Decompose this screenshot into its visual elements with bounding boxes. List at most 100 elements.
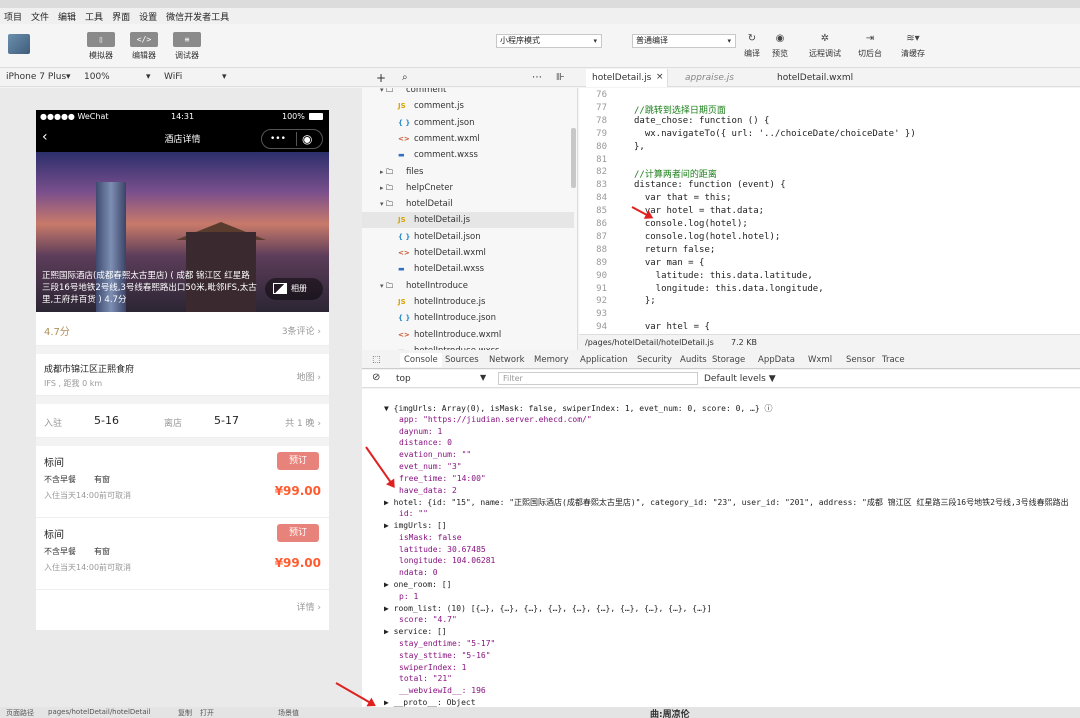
search-icon[interactable]: ⌕ [402, 72, 408, 83]
room-card[interactable]: 标间 不含早餐 有窗 入住当天14:00前可取消 预订 ¥99.00 [36, 446, 329, 518]
tab-hoteldetail-wxml[interactable]: hotelDetail.wxml [777, 73, 853, 83]
menu-wechat-devtools[interactable]: 微信开发者工具 [166, 10, 229, 23]
user-avatar[interactable] [8, 34, 30, 54]
tree-item[interactable]: { } hotelIntroduce.json [362, 310, 574, 326]
log-levels-select[interactable]: Default levels ▼ [704, 374, 776, 384]
console-line[interactable]: ▶ service: [] [384, 627, 447, 636]
open-link[interactable]: 打开 [200, 708, 214, 718]
details-row[interactable]: 详情 › [36, 590, 329, 620]
menu-tools[interactable]: 工具 [85, 10, 103, 23]
devtools-tab-sensor[interactable]: Sensor [846, 355, 875, 365]
collapse-icon[interactable]: ⋯ [532, 72, 542, 83]
caret-icon: ▾ [222, 72, 227, 82]
code-editor[interactable]: 76 77 //跳转到选择日期页面 78 date_chose: function ()… [579, 88, 1080, 334]
tree-item[interactable]: ▾ 🗀 comment [362, 88, 574, 98]
block-icon[interactable]: ⊘ [372, 372, 380, 383]
tree-item[interactable]: ▾ 🗀 hotelIntroduce [362, 278, 574, 294]
tree-item[interactable]: ▸ 🗀 files [362, 164, 574, 180]
simulator-button[interactable]: ▯ 模拟器 [86, 32, 116, 61]
tree-item[interactable]: JS comment.js [362, 98, 574, 114]
tree-item[interactable]: ▬ comment.wxss [362, 147, 574, 163]
more-icon[interactable]: ••• [270, 130, 286, 148]
menu-edit[interactable]: 编辑 [58, 10, 76, 23]
photo-album-button[interactable]: 相册 [265, 278, 323, 300]
file-icon: { } [398, 118, 411, 127]
tab-hoteldetail-js[interactable]: hotelDetail.js × [586, 69, 668, 87]
devtools-tab-console[interactable]: Console [400, 353, 442, 367]
tree-item[interactable]: <> hotelIntroduce.wxml [362, 327, 574, 343]
mode-select[interactable]: 小程序模式 ▾ [496, 34, 602, 48]
tree-scrollbar[interactable] [571, 128, 576, 188]
devtools-tab-trace[interactable]: Trace [882, 355, 905, 365]
console-line[interactable]: ▶ __proto__: Object [384, 698, 476, 707]
zoom-select[interactable]: 100% [84, 72, 110, 82]
tree-item[interactable]: ▾ 🗀 hotelDetail [362, 196, 574, 212]
tree-item[interactable]: { } comment.json [362, 115, 574, 131]
split-icon[interactable]: ⊪ [556, 72, 565, 83]
room-card[interactable]: 标间 不含早餐 有窗 入住当天14:00前可取消 预订 ¥99.00 [36, 518, 329, 590]
close-circle-icon[interactable]: ◉ [302, 130, 312, 148]
copy-link[interactable]: 复制 [178, 708, 192, 718]
tree-item[interactable]: <> hotelDetail.wxml [362, 245, 574, 261]
devtools-tab-security[interactable]: Security [637, 355, 672, 365]
compile-mode-select[interactable]: 普通编译 ▾ [632, 34, 736, 48]
scene-link[interactable]: 场景值 [278, 708, 299, 718]
tree-item[interactable]: <> comment.wxml [362, 131, 574, 147]
code-line: date_chose: function () { [634, 115, 770, 126]
close-icon[interactable]: × [656, 72, 664, 82]
menu-bar: 项目 文件 编辑 工具 界面 设置 微信开发者工具 [0, 8, 1080, 24]
tree-item[interactable]: ▬ hotelIntroduce.wxss [362, 343, 574, 350]
checkout-date[interactable]: 5-17 [214, 414, 239, 427]
device-select[interactable]: iPhone 7 Plus [6, 72, 66, 82]
clear-cache-button[interactable]: ≋▾ 清缓存 [896, 32, 930, 59]
remote-debug-button[interactable]: ✲ 远程调试 [808, 32, 842, 59]
checkin-date[interactable]: 5-16 [94, 414, 119, 427]
menu-project[interactable]: 项目 [4, 10, 22, 23]
console-line[interactable]: ▶ hotel: {id: "15", name: "正熙国际酒店(成都春熙太古… [384, 497, 1069, 508]
map-link[interactable]: 地图 › [297, 370, 321, 383]
editor-button[interactable]: </> 编辑器 [129, 32, 159, 61]
background-button[interactable]: ⇥ 切后台 [853, 32, 887, 59]
context-select[interactable]: top [396, 374, 411, 384]
nights-count[interactable]: 共 1 晚 › [285, 416, 321, 429]
plus-icon[interactable]: + [376, 71, 386, 85]
tree-item-label: comment.json [414, 117, 475, 128]
tab-appraise-js[interactable]: appraise.js [685, 73, 734, 83]
tree-item[interactable]: ▬ hotelDetail.wxss [362, 261, 574, 277]
devtools-tab-audits[interactable]: Audits [680, 355, 707, 365]
details-link[interactable]: 详情 › [297, 600, 321, 613]
console-filter-input[interactable]: Filter [498, 372, 698, 385]
devtools-tab-sources[interactable]: Sources [445, 355, 479, 365]
devtools-tab-memory[interactable]: Memory [534, 355, 569, 365]
preview-button[interactable]: ◉ 预览 [763, 32, 797, 59]
devtools-tab-application[interactable]: Application [580, 355, 628, 365]
rating-row[interactable]: 4.7分 3条评论 › [36, 312, 329, 346]
console-line[interactable]: ▶ one_room: [] [384, 580, 451, 589]
menu-file[interactable]: 文件 [31, 10, 49, 23]
capsule-menu[interactable]: ••• ◉ [261, 129, 323, 149]
inspect-icon[interactable]: ⬚ [372, 355, 381, 365]
tree-item[interactable]: { } hotelDetail.json [362, 229, 574, 245]
console-line[interactable]: ▶ imgUrls: [] [384, 521, 447, 530]
network-select[interactable]: WiFi [164, 72, 182, 82]
file-icon: <> [398, 134, 410, 143]
menu-interface[interactable]: 界面 [112, 10, 130, 23]
book-button[interactable]: 预订 [277, 452, 319, 470]
tree-item[interactable]: ▸ 🗀 helpCneter [362, 180, 574, 196]
book-button[interactable]: 预订 [277, 524, 319, 542]
console-output[interactable]: ▼ {imgUrls: Array(0), isMask: false, swi… [362, 389, 1080, 707]
devtools-tab-storage[interactable]: Storage [712, 355, 745, 365]
reviews-link[interactable]: 3条评论 › [282, 324, 321, 337]
devtools-tab-appdata[interactable]: AppData [758, 355, 795, 365]
devtools-tab-wxml[interactable]: Wxml [808, 355, 832, 365]
tree-item[interactable]: JS hotelIntroduce.js [362, 294, 574, 310]
console-line[interactable]: ▼ {imgUrls: Array(0), isMask: false, swi… [384, 403, 773, 414]
location-row[interactable]: 成都市锦江区正熙食府 IFS , 距我 0 km 地图 › [36, 354, 329, 396]
devtools-tab-network[interactable]: Network [489, 355, 525, 365]
debugger-button[interactable]: ≡ 调试器 [172, 32, 202, 61]
console-line[interactable]: ▶ room_list: (10) [{…}, {…}, {…}, {…}, {… [384, 604, 712, 613]
tree-item[interactable]: JS hotelDetail.js [362, 212, 574, 229]
date-row[interactable]: 入驻 5-16 离店 5-17 共 1 晚 › [36, 404, 329, 438]
line-number: 84 [596, 193, 607, 204]
menu-settings[interactable]: 设置 [139, 10, 157, 23]
